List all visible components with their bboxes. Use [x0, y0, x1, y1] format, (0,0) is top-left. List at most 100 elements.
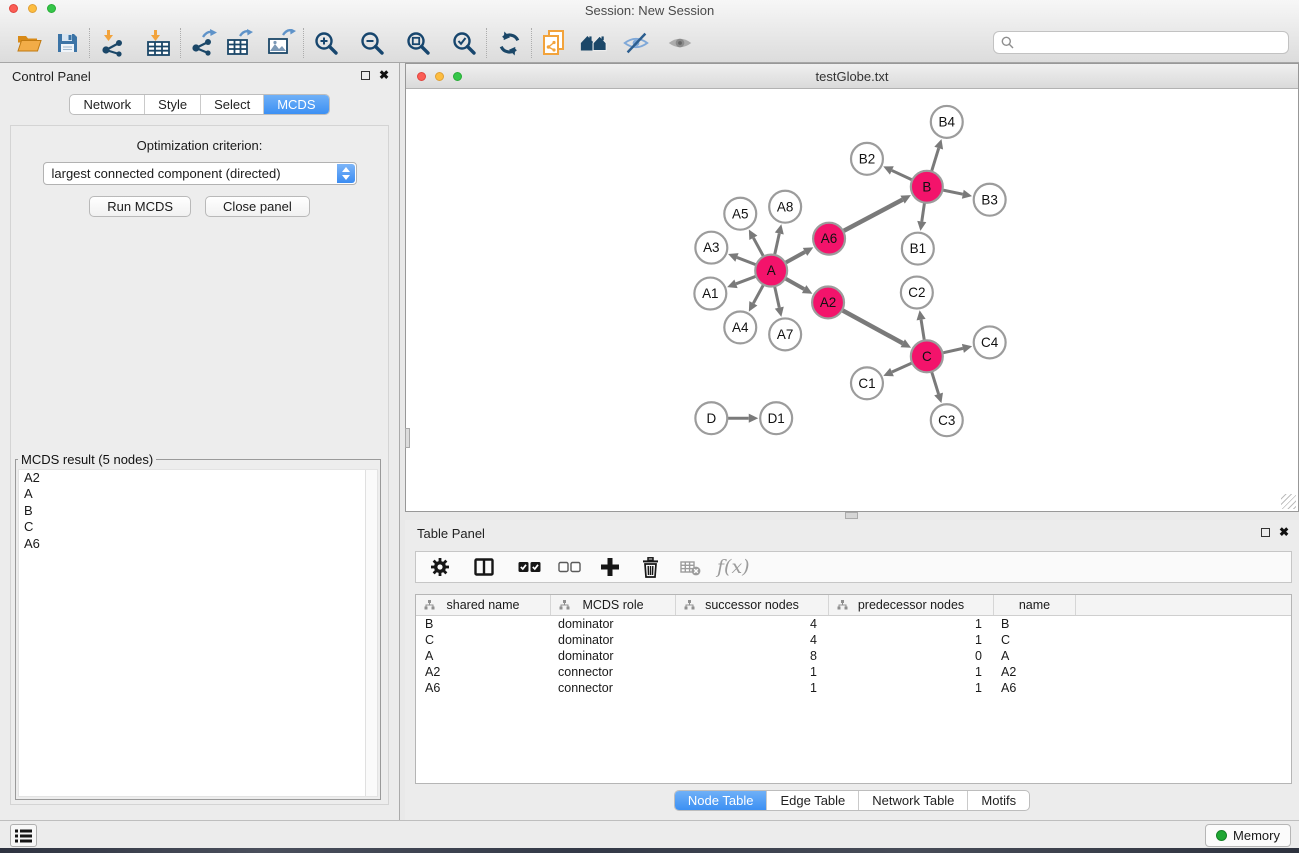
graph-node-A[interactable]: A: [755, 255, 787, 287]
graph-node-A3[interactable]: A3: [695, 232, 727, 264]
function-builder-button-disabled[interactable]: f(x): [717, 556, 750, 578]
graph-node-A4[interactable]: A4: [724, 311, 756, 343]
table-cell[interactable]: A: [994, 648, 1076, 664]
table-cell[interactable]: 1: [829, 616, 994, 632]
graph-node-D[interactable]: D: [695, 402, 727, 434]
graph-node-C[interactable]: C: [911, 340, 943, 372]
table-row[interactable]: Adominator80A: [416, 648, 1291, 664]
tab-node-table[interactable]: Node Table: [675, 791, 767, 810]
graph-node-B4[interactable]: B4: [931, 106, 963, 138]
graph-edge-A-A7[interactable]: [775, 286, 784, 317]
create-column-button[interactable]: [600, 557, 620, 577]
table-cell[interactable]: A2: [994, 664, 1076, 680]
float-panel-icon[interactable]: [1261, 528, 1270, 537]
mcds-result-item[interactable]: B: [19, 503, 377, 519]
graph-edge-A-A3[interactable]: [728, 253, 756, 265]
graph-edge-C-C2[interactable]: [917, 310, 926, 340]
graph-edge-B-B3[interactable]: [942, 190, 972, 199]
table-cell[interactable]: 1: [829, 632, 994, 648]
graph-node-B2[interactable]: B2: [851, 143, 883, 175]
float-panel-icon[interactable]: [361, 71, 370, 80]
search-input[interactable]: [1014, 35, 1288, 50]
graph-edge-C-C1[interactable]: [883, 363, 912, 376]
table-cell[interactable]: C: [994, 632, 1076, 648]
graph-edge-B-B2[interactable]: [883, 166, 912, 180]
resize-grip[interactable]: [1281, 494, 1296, 509]
unselect-all-columns-button[interactable]: [558, 561, 581, 573]
graph-node-A6[interactable]: A6: [813, 223, 845, 255]
graph-node-C2[interactable]: C2: [901, 277, 933, 309]
table-settings-button[interactable]: [430, 557, 450, 577]
tab-style[interactable]: Style: [144, 95, 200, 114]
close-panel-button[interactable]: Close panel: [205, 196, 310, 217]
scrollbar-track[interactable]: [365, 470, 377, 796]
mcds-result-item[interactable]: A6: [19, 536, 377, 552]
network-window-titlebar[interactable]: testGlobe.txt: [406, 64, 1298, 89]
clone-network-button[interactable]: [539, 28, 569, 58]
show-column-panel-button[interactable]: [474, 558, 494, 576]
table-cell[interactable]: dominator: [551, 632, 676, 648]
show-all-button[interactable]: [665, 28, 695, 58]
graph-edge-A-A6[interactable]: [785, 247, 813, 263]
graph-edge-A-A2[interactable]: [785, 278, 812, 293]
table-cell[interactable]: 1: [829, 680, 994, 696]
graph-node-C3[interactable]: C3: [931, 404, 963, 436]
export-network-button[interactable]: [188, 28, 218, 58]
zoom-in-button[interactable]: [311, 28, 341, 58]
refresh-view-button[interactable]: [494, 28, 524, 58]
tab-select[interactable]: Select: [200, 95, 263, 114]
table-cell[interactable]: A2: [416, 664, 551, 680]
optimization-criterion-select[interactable]: largest connected component (directed): [43, 162, 357, 185]
graph-node-C1[interactable]: C1: [851, 367, 883, 399]
table-row[interactable]: A2connector11A2: [416, 664, 1291, 680]
graph-node-A1[interactable]: A1: [694, 278, 726, 310]
divider-handle[interactable]: [845, 512, 858, 519]
graph-node-A5[interactable]: A5: [724, 198, 756, 230]
table-row[interactable]: Cdominator41C: [416, 632, 1291, 648]
graph-edge-B-B1[interactable]: [917, 203, 926, 231]
table-row[interactable]: Bdominator41B: [416, 616, 1291, 632]
export-table-button[interactable]: [224, 28, 254, 58]
close-panel-icon[interactable]: ✖: [1279, 527, 1289, 537]
tab-edge-table[interactable]: Edge Table: [766, 791, 858, 810]
open-session-button[interactable]: [14, 28, 44, 58]
graph-edge-A2-C[interactable]: [842, 310, 911, 348]
table-cell[interactable]: B: [994, 616, 1076, 632]
column-header-predecessor-nodes[interactable]: predecessor nodes: [829, 595, 994, 615]
table-cell[interactable]: 0: [829, 648, 994, 664]
graph-node-C4[interactable]: C4: [974, 326, 1006, 358]
network-graph[interactable]: B4B2BB3A8A5A6A3B1AA1C2A2A4A7C4CC1C3DD1: [406, 90, 1298, 511]
table-cell[interactable]: B: [416, 616, 551, 632]
graph-node-A7[interactable]: A7: [769, 318, 801, 350]
tab-network[interactable]: Network: [70, 95, 144, 114]
mcds-result-item[interactable]: A: [19, 486, 377, 502]
graph-node-A8[interactable]: A8: [769, 191, 801, 223]
hide-selected-button[interactable]: [621, 28, 651, 58]
graph-edge-A6-B[interactable]: [843, 195, 911, 231]
table-row[interactable]: A6connector11A6: [416, 680, 1291, 696]
mcds-result-item[interactable]: C: [19, 519, 377, 535]
graph-edge-A-A4[interactable]: [749, 285, 764, 312]
graph-edge-C-C3[interactable]: [932, 372, 943, 403]
table-cell[interactable]: connector: [551, 664, 676, 680]
first-neighbors-button[interactable]: [579, 28, 609, 58]
import-network-button[interactable]: [97, 28, 127, 58]
table-cell[interactable]: 1: [676, 664, 829, 680]
graph-edge-A-A8[interactable]: [775, 224, 784, 255]
table-cell[interactable]: 8: [676, 648, 829, 664]
column-header-MCDS-role[interactable]: MCDS role: [551, 595, 676, 615]
delete-column-button[interactable]: [641, 557, 660, 578]
save-session-button[interactable]: [52, 28, 82, 58]
search-field[interactable]: [993, 31, 1289, 54]
zoom-fit-button[interactable]: [403, 28, 433, 58]
import-table-button[interactable]: [143, 28, 173, 58]
table-cell[interactable]: 4: [676, 616, 829, 632]
select-all-columns-button[interactable]: [518, 561, 541, 573]
delete-table-button-disabled[interactable]: [680, 558, 701, 576]
table-cell[interactable]: 4: [676, 632, 829, 648]
graph-node-B1[interactable]: B1: [902, 233, 934, 265]
graph-edge-A-A1[interactable]: [727, 276, 756, 288]
mcds-result-item[interactable]: A2: [19, 470, 377, 486]
window-edge-handle[interactable]: [405, 428, 410, 448]
close-panel-icon[interactable]: ✖: [379, 70, 389, 80]
